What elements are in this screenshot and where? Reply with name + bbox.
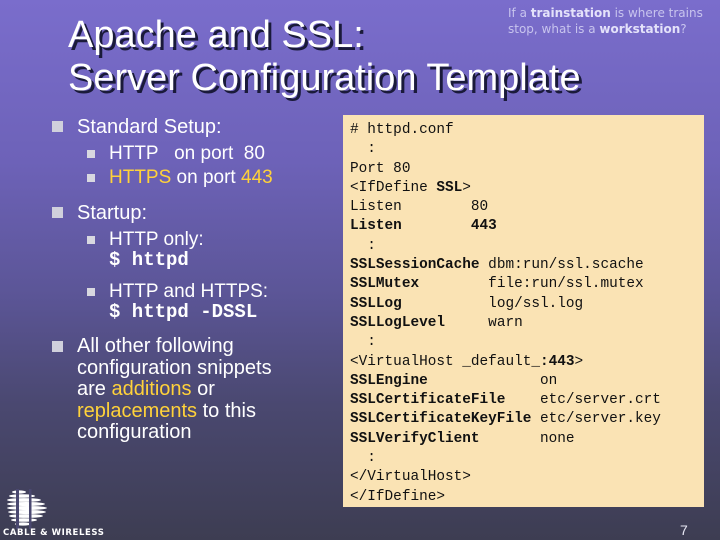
bullet-http-only: HTTP only: $ httpd [52,230,332,270]
bullet-square-icon [87,288,95,296]
bullet-startup: Startup: [52,202,332,224]
code-line: # httpd.conf [350,122,454,138]
code-line: Listen 80 [350,199,489,216]
title-line-2: Server Configuration Template [68,57,581,99]
bullet-square-icon [87,174,95,182]
code-line: </VirtualHost> [350,469,471,486]
code-line: Listen 443 [350,218,497,235]
bullet-square-icon [52,341,63,352]
code-line: SSLVerifyClient none [350,430,575,447]
code-line: Port 80 [350,160,411,177]
bullet-square-icon [87,236,95,244]
bullet-square-icon [87,150,95,158]
bullet-http-port: HTTP on port 80 [52,144,332,164]
command-httpd: $ httpd [109,249,189,271]
bullet-other-config: All other following configuration snippe… [52,335,332,444]
code-line: : [350,450,376,467]
code-line: SSLLog log/ssl.log [350,295,584,312]
code-line: </IfDefine> [350,488,445,505]
code-line: : [350,237,376,254]
bullet-http-and-https: HTTP and HTTPS: $ httpd -DSSL [52,282,332,322]
code-line: SSLEngine on [350,372,558,389]
code-line: : [350,141,376,158]
code-line: SSLMutex file:run/ssl.mutex [350,276,644,293]
bullet-square-icon [52,207,63,218]
bullet-list: Standard Setup: HTTP on port 80 HTTPS on… [52,116,332,450]
code-line: SSLLogLevel warn [350,314,523,331]
bullet-https-port: HTTPS on port 443 [52,168,332,188]
code-line: <VirtualHost _default_:443> [350,353,584,370]
code-line: SSLCertificateKeyFile etc/server.key [350,411,661,428]
slide-title: Apache and SSL: Server Configuration Tem… [68,14,581,100]
code-line: SSLCertificateFile etc/server.crt [350,392,661,409]
title-line-1: Apache and SSL: [68,14,364,56]
bullet-standard-setup: Standard Setup: [52,116,332,138]
config-code-block: # httpd.conf : Port 80 <IfDefine SSL> Liste… [343,115,704,507]
code-line: <IfDefine SSL> [350,179,471,196]
company-logo-text: CABLE & WIRELESS [3,528,105,538]
page-number: 7 [680,522,688,538]
code-line: SSLSessionCache dbm:run/ssl.scache [350,257,644,274]
bullet-square-icon [52,121,63,132]
command-httpd-dssl: $ httpd -DSSL [109,301,258,323]
code-line: : [350,334,376,351]
